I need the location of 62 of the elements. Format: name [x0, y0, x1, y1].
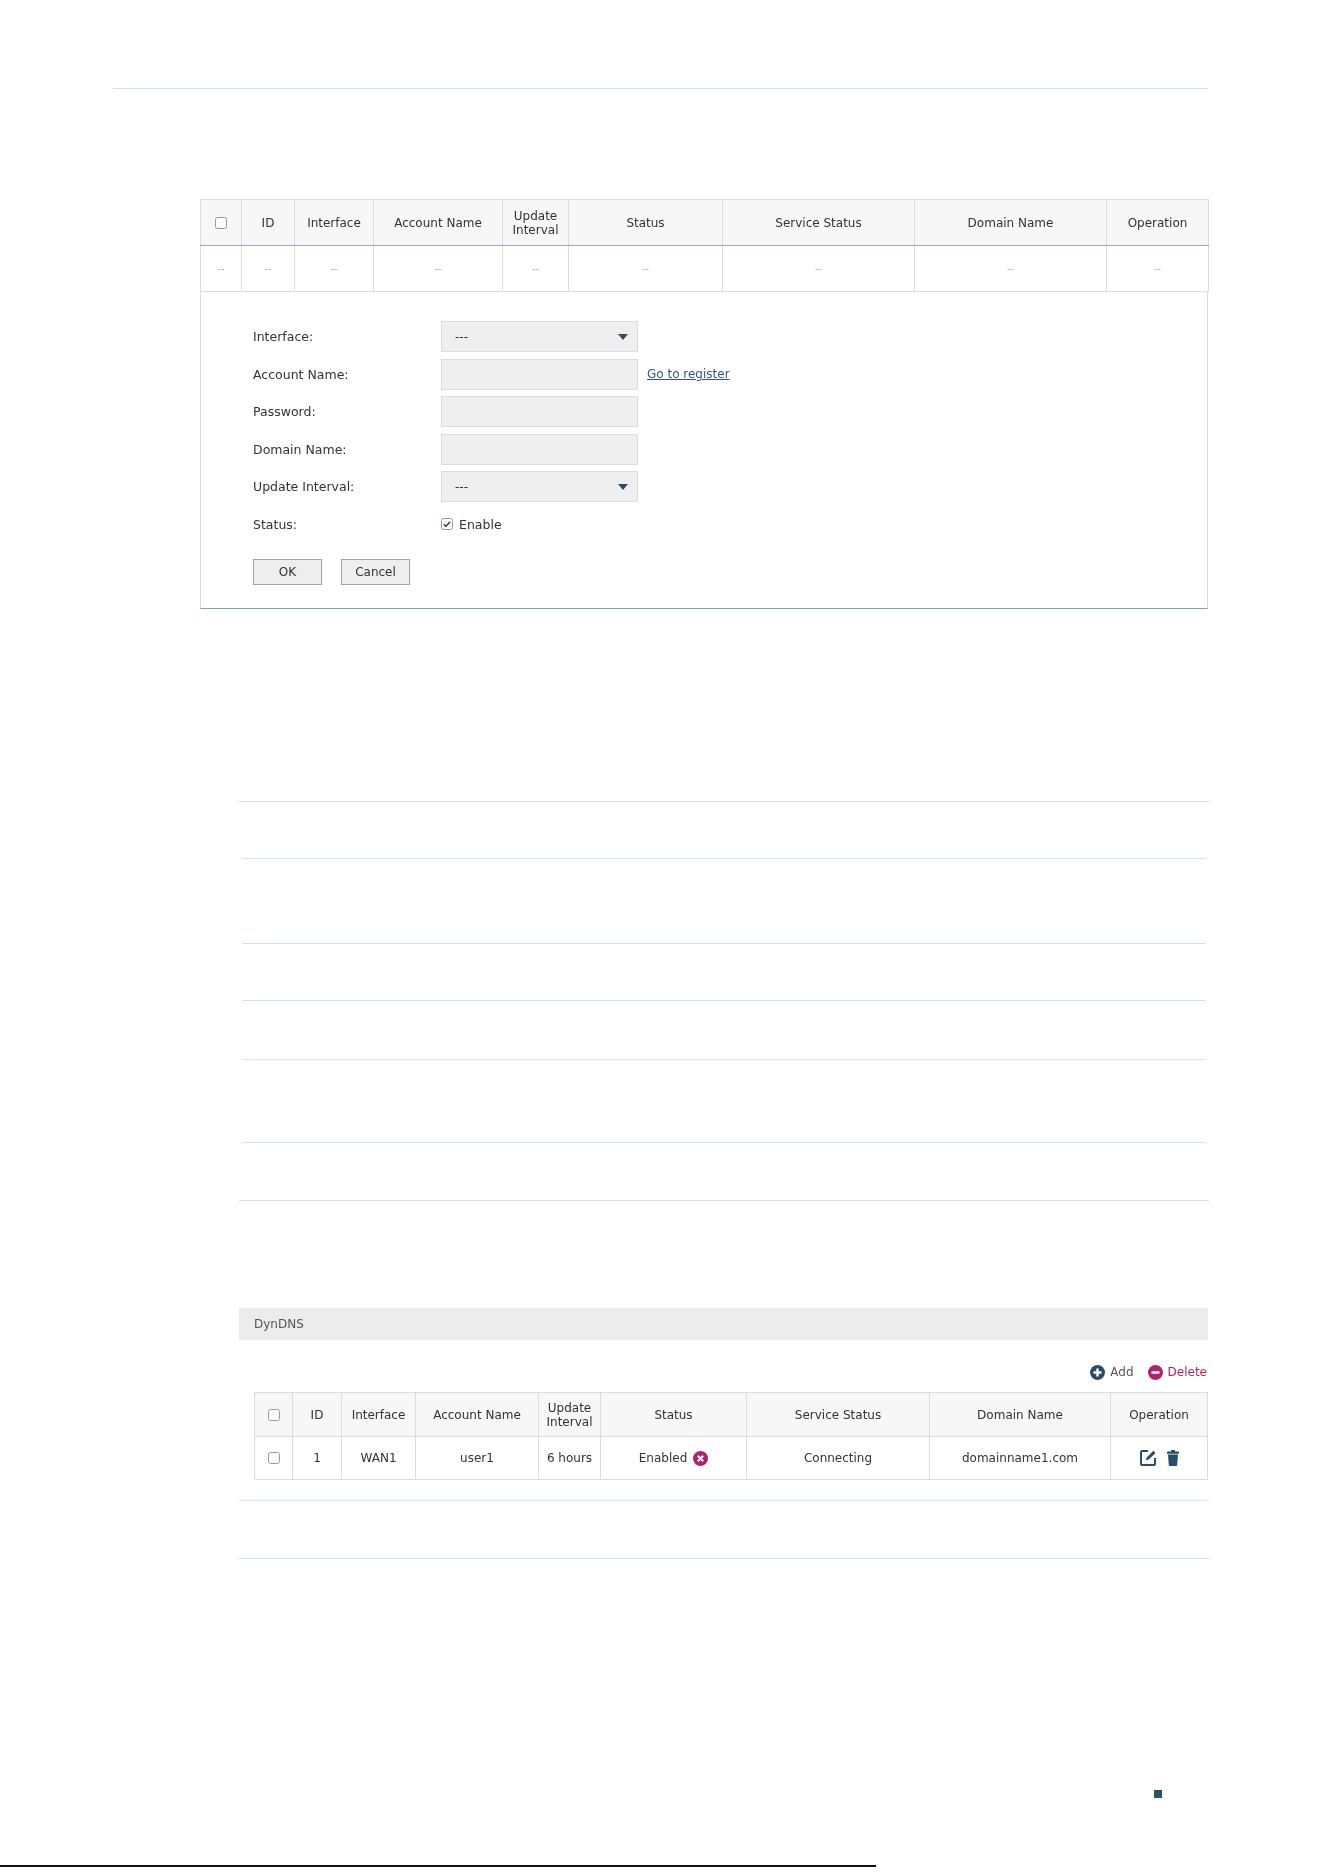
enable-checkbox[interactable]	[441, 518, 453, 530]
form-label: Update Interval:	[253, 479, 355, 494]
column-header: Status	[600, 1392, 747, 1437]
delete-button[interactable]: Delete	[1147, 1364, 1207, 1380]
plus-circle-icon	[1090, 1364, 1106, 1380]
column-header: Operation	[1106, 199, 1209, 246]
table-cell: user1	[415, 1436, 539, 1480]
caret-icon	[618, 483, 628, 490]
column-header: Update Interval	[502, 199, 569, 246]
form-label: Domain Name:	[253, 441, 347, 457]
table-cell: domainname1.com	[929, 1436, 1111, 1480]
table-cell: --	[200, 245, 242, 292]
trash-icon[interactable]	[1167, 1450, 1179, 1466]
password-input[interactable]	[441, 396, 638, 427]
section-title: DynDNS	[254, 1317, 304, 1331]
register-link[interactable]: Go to register	[647, 367, 730, 381]
caret-icon	[618, 333, 628, 340]
add-button[interactable]: Add	[1090, 1364, 1134, 1380]
status-text: Enabled	[638, 1451, 688, 1465]
column-header: Service Status	[746, 1392, 930, 1437]
text-input[interactable]	[441, 358, 638, 390]
text-input[interactable]	[441, 433, 638, 465]
table-cell: --	[502, 245, 569, 292]
table-cell: --	[722, 245, 915, 292]
table-cell: --	[294, 245, 374, 292]
column-header: Account Name	[373, 199, 503, 246]
column-header: Interface	[341, 1392, 416, 1437]
table-cell: Connecting	[746, 1436, 930, 1480]
column-header: Operation	[1110, 1392, 1208, 1437]
table-cell: --	[1106, 245, 1209, 292]
column-header: ID	[241, 199, 295, 246]
column-header: Interface	[294, 199, 374, 246]
dropdown-field[interactable]: ---	[441, 321, 638, 352]
checkbox-label: Enable	[459, 516, 502, 532]
table-cell: --	[373, 245, 503, 292]
dropdown-field[interactable]: ---	[441, 471, 638, 502]
table-cell: WAN1	[341, 1436, 416, 1480]
select-all-checkbox[interactable]	[215, 216, 227, 229]
column-header: Service Status	[722, 199, 915, 246]
form-label: Interface:	[253, 329, 314, 344]
column-header: Domain Name	[929, 1392, 1111, 1437]
column-header: Status	[568, 199, 723, 246]
table-cell: --	[568, 245, 723, 292]
column-header: Domain Name	[914, 199, 1107, 246]
table-cell: 1	[292, 1436, 342, 1480]
select-all-checkbox[interactable]	[267, 1408, 280, 1421]
column-header: Account Name	[415, 1392, 539, 1437]
column-header: ID	[292, 1392, 342, 1437]
x-circle-icon[interactable]	[693, 1450, 709, 1466]
table-cell: 6 hours	[538, 1436, 601, 1480]
column-header: Update Interval	[538, 1392, 601, 1437]
cancel-button[interactable]: Cancel	[341, 559, 410, 585]
edit-icon[interactable]	[1139, 1449, 1157, 1467]
minus-circle-icon	[1147, 1364, 1163, 1380]
form-label: Account Name:	[253, 366, 349, 382]
row-checkbox[interactable]	[267, 1452, 280, 1464]
ok-button[interactable]: OK	[253, 559, 322, 585]
table-cell: --	[914, 245, 1107, 292]
form-label: Password:	[253, 404, 316, 419]
form-label: Status:	[253, 516, 298, 532]
square-marker-icon	[1154, 1790, 1162, 1798]
table-cell: --	[241, 245, 295, 292]
